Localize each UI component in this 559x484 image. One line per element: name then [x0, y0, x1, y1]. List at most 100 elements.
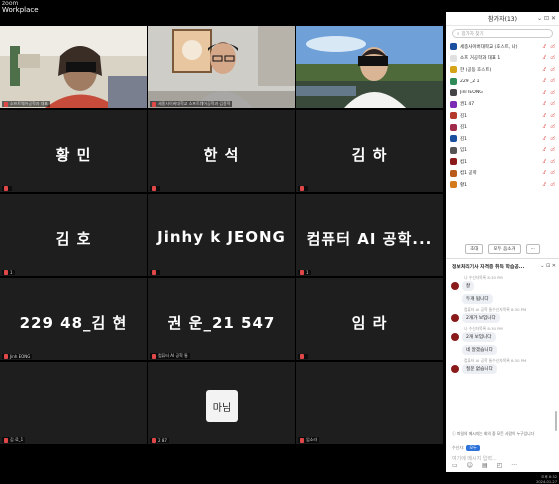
- video-tile-14[interactable]: 마님 2 87: [148, 362, 295, 444]
- chat-message[interactable]: 네 알겠습니다: [446, 345, 553, 355]
- participant-name: Jinl IEONG: [460, 90, 483, 96]
- participant-name: 황1: [460, 182, 468, 188]
- participant-name: 김 호: [55, 230, 92, 248]
- mic-muted-icon: ♪̸: [543, 158, 547, 165]
- mic-muted-icon: [152, 101, 156, 107]
- participant-avatar: [450, 54, 457, 62]
- participant-item[interactable]: 김1 ♪̸ ▭̸: [446, 110, 559, 122]
- chat-header: 정보처리기사 자격증 취득 학습공... ⌄ ⊡ ✕: [446, 259, 559, 273]
- emoji-icon[interactable]: ☺: [467, 462, 473, 469]
- video-tile-9[interactable]: 컴퓨터 AI 공학... 1: [296, 194, 443, 276]
- more-button[interactable]: ···: [525, 244, 540, 254]
- participant-item[interactable]: 권1 47 ♪̸ ▭̸: [446, 99, 559, 111]
- participant-avatar: [450, 66, 457, 74]
- screenshot-icon[interactable]: ◰: [497, 462, 503, 469]
- video-tile-8[interactable]: Jinhy k JEONG: [148, 194, 295, 276]
- redaction-box: [358, 56, 388, 66]
- video-tile-11[interactable]: 권 운_21 547 컴퓨터 AI 공학 통: [148, 278, 295, 360]
- participant-avatar: [450, 158, 457, 166]
- participant-name: 소프 거공학과 대표 1: [460, 56, 501, 62]
- search-placeholder: 참가자 찾기: [461, 31, 484, 37]
- message-bubble: 2개가 보입니다: [462, 313, 500, 323]
- video-tile-2[interactable]: 세종사이버대학교 소프트웨어공학과 김종혁: [148, 26, 295, 108]
- participant-item[interactable]: 황1 ♪̸ ▭̸: [446, 179, 559, 191]
- participant-item[interactable]: 김1 ♪̸ ▭̸: [446, 133, 559, 145]
- participant-name: 컴1 공학: [460, 171, 477, 177]
- sender-avatar: [451, 365, 459, 373]
- chat-controls[interactable]: ⌄ ⊡ ✕: [540, 263, 556, 269]
- mic-muted-icon: [4, 354, 8, 359]
- mic-muted-icon: ♪̸: [543, 147, 547, 154]
- participant-label: Jinh EONG: [2, 354, 33, 359]
- sender-avatar: [451, 346, 459, 354]
- video-feed-man-glasses: [148, 26, 295, 108]
- camera-off-icon: ▭̸: [550, 43, 555, 50]
- app-title: zoom Workplace: [2, 0, 39, 14]
- participant-name: Jinhy k JEONG: [157, 228, 286, 246]
- camera-off-icon: ▭̸: [550, 181, 555, 188]
- video-tile-7[interactable]: 김 호 1: [0, 194, 147, 276]
- chat-message[interactable]: 2개가 보입니다: [446, 313, 553, 323]
- participant-item[interactable]: 컴1 공학 ♪̸ ▭̸: [446, 168, 559, 180]
- video-tile-3[interactable]: [296, 26, 443, 108]
- video-tile-6[interactable]: 김 하: [296, 110, 443, 192]
- camera-off-icon: ▭̸: [550, 158, 555, 165]
- format-icon[interactable]: ▭: [452, 462, 458, 469]
- camera-off-icon: ▭̸: [550, 66, 555, 73]
- mic-muted-icon: [152, 186, 156, 191]
- chat-message[interactable]: 2개 보입니다: [446, 332, 553, 342]
- chat-message[interactable]: 두개 됩니다: [446, 294, 553, 304]
- chat-input[interactable]: 여기에 메시지 입력...: [452, 455, 553, 462]
- video-tile-4[interactable]: 황 민: [0, 110, 147, 192]
- participant-item[interactable]: 한 (공동 호스트) ♪̸ ▭̸: [446, 64, 559, 76]
- camera-off-icon: ▭̸: [550, 89, 555, 96]
- participant-search[interactable]: ⌕ 참가자 찾기: [452, 29, 553, 38]
- mic-muted-icon: ♪̸: [543, 135, 547, 142]
- chat-message[interactable]: 질문 없습니다: [446, 364, 553, 374]
- recipient-dropdown[interactable]: 모두: [466, 445, 480, 451]
- invite-button[interactable]: 초대: [465, 244, 484, 254]
- recipient-label: 수신자:: [452, 445, 465, 450]
- participant-label: 2 87: [150, 438, 169, 443]
- video-tile-5[interactable]: 한 석: [148, 110, 295, 192]
- panel-controls[interactable]: ⌄ ⊡ ✕: [537, 15, 556, 22]
- chat-toolbar: ▭ ☺ ▤ ◰ ···: [452, 462, 553, 469]
- participant-item[interactable]: Jinl IEONG ♪̸ ▭̸: [446, 87, 559, 99]
- participant-avatar: [450, 89, 457, 97]
- participant-name: 229 _2 1: [460, 78, 480, 84]
- mic-muted-icon: [4, 101, 8, 107]
- participant-item[interactable]: 컴1 ♪̸ ▭̸: [446, 156, 559, 168]
- participant-avatar: [450, 146, 457, 154]
- participant-avatar: [450, 135, 457, 143]
- video-tile-13[interactable]: 김 료_1: [0, 362, 147, 444]
- participant-name: 김1: [460, 113, 468, 119]
- participant-item[interactable]: 소프 거공학과 대표 1 ♪̸ ▭̸: [446, 53, 559, 65]
- participant-label: 1: [2, 270, 15, 275]
- participant-name: 세종사이버대학교 (호스트, 나): [460, 44, 518, 50]
- file-icon[interactable]: ▤: [482, 462, 488, 469]
- video-grid: 소프트웨어공학과 대표 세종사이버대학교 소프트웨어공학과 김종혁 황 민 한 …: [0, 24, 445, 444]
- chat-scrollbar[interactable]: [555, 411, 557, 431]
- participants-header: 참가자(13) ⌄ ⊡ ✕: [446, 12, 559, 26]
- video-tile-12[interactable]: 임 라: [296, 278, 443, 360]
- participant-item[interactable]: 김1 ♪̸ ▭̸: [446, 122, 559, 134]
- video-tile-1[interactable]: 소프트웨어공학과 대표: [0, 26, 147, 108]
- mute-all-button[interactable]: 모두 음소거: [488, 244, 521, 254]
- sender-avatar: [451, 282, 459, 290]
- video-tile-10[interactable]: 229 48_김 현 Jinh EONG: [0, 278, 147, 360]
- mic-muted-icon: ♪̸: [543, 181, 547, 188]
- participant-item[interactable]: 세종사이버대학교 (호스트, 나) ♪̸ ▭̸: [446, 41, 559, 53]
- more-icon[interactable]: ···: [511, 462, 517, 469]
- mic-muted-icon: [152, 438, 156, 443]
- message-bubble: 두개 됩니다: [462, 294, 493, 304]
- participant-item[interactable]: 임1 ♪̸ ▭̸: [446, 145, 559, 157]
- video-tile-15[interactable]: 임소라: [296, 362, 443, 444]
- mic-muted-icon: [4, 270, 8, 275]
- camera-off-icon: ▭̸: [550, 170, 555, 177]
- chat-message[interactable]: 잘: [446, 281, 553, 291]
- chat-title: 정보처리기사 자격증 취득 학습공...: [452, 264, 525, 270]
- participant-name: 김 하: [351, 146, 388, 164]
- camera-off-icon: ▭̸: [550, 101, 555, 108]
- participant-name: 컴퓨터 AI 공학...: [306, 230, 433, 248]
- participant-item[interactable]: 229 _2 1 ♪̸ ▭̸: [446, 76, 559, 88]
